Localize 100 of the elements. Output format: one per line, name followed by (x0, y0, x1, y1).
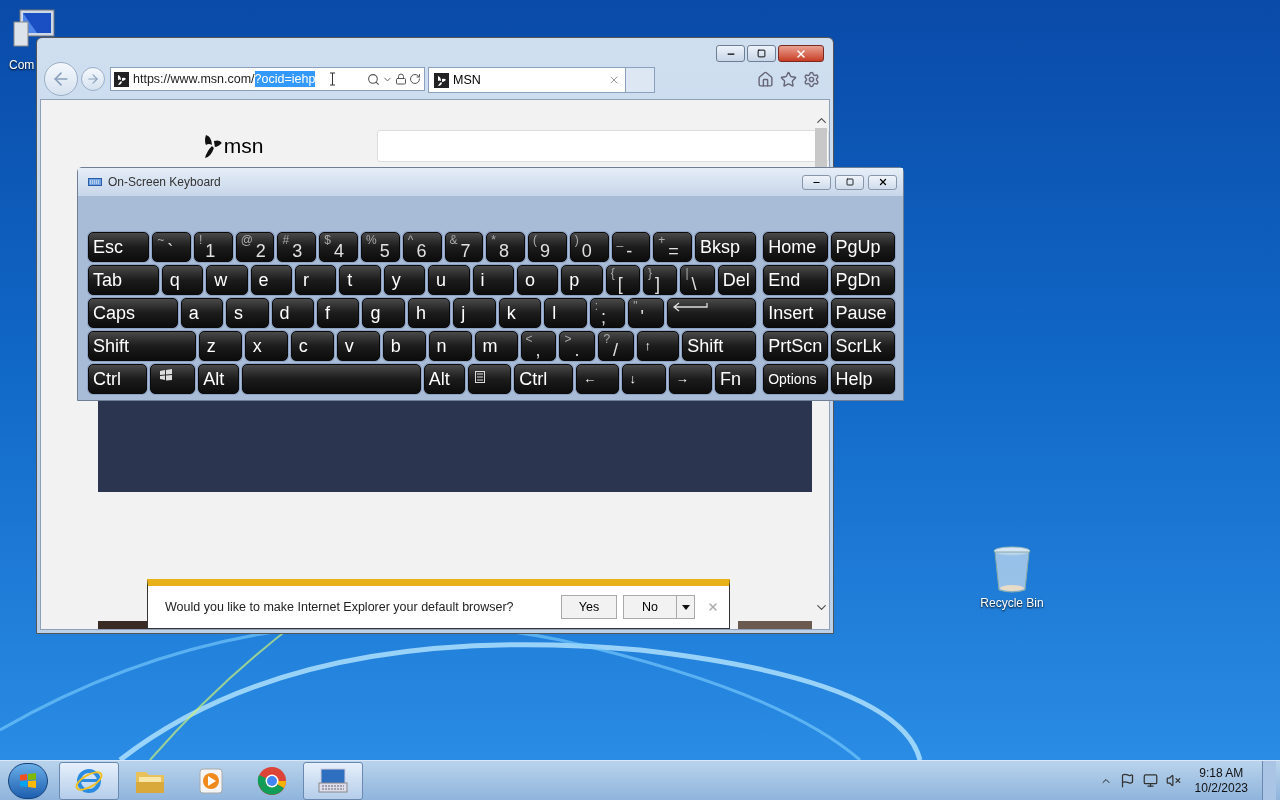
forward-button[interactable] (81, 67, 105, 91)
key[interactable]: Fn (714, 364, 757, 394)
key[interactable]: h (407, 298, 451, 328)
key[interactable]: Esc (88, 232, 150, 262)
key[interactable]: { [ (605, 265, 641, 295)
key[interactable]: v (336, 331, 380, 361)
key[interactable]: l (544, 298, 587, 328)
close-button[interactable] (868, 174, 897, 190)
key[interactable]: ? / (598, 331, 635, 361)
desktop-icon-label[interactable]: Recycle Bin (980, 594, 1044, 612)
key[interactable]: y (383, 265, 426, 295)
key[interactable]: ^ 6 (402, 232, 442, 262)
key[interactable]: n (428, 331, 472, 361)
key[interactable]: Alt (198, 364, 240, 394)
key[interactable]: PrtScn (763, 331, 828, 361)
key[interactable]: i (472, 265, 514, 295)
key[interactable]: a (180, 298, 224, 328)
key[interactable]: Bksp (695, 232, 757, 262)
key[interactable]: PgDn (830, 265, 895, 295)
key[interactable]: Alt (423, 364, 465, 394)
key[interactable]: c (290, 331, 334, 361)
key[interactable]: End (763, 265, 828, 295)
key[interactable]: Help (830, 364, 895, 394)
search-field[interactable] (376, 130, 829, 162)
key[interactable]: r (294, 265, 337, 295)
taskbar-app-button[interactable] (303, 761, 363, 800)
taskbar-app-button[interactable] (59, 761, 119, 800)
enter-key[interactable] (666, 298, 757, 328)
key[interactable]: ( 9 (528, 232, 567, 262)
key[interactable]: ↓ (622, 364, 666, 394)
key[interactable]: ) 0 (569, 232, 609, 262)
key[interactable]: & 7 (444, 232, 484, 262)
close-button[interactable] (778, 45, 824, 62)
clock-time[interactable]: 9:18 AM (1199, 765, 1244, 781)
key[interactable]: > . (559, 331, 596, 361)
key[interactable]: % 5 (360, 232, 400, 262)
key[interactable]: p (561, 265, 603, 295)
restore-button[interactable] (747, 45, 776, 62)
space-key[interactable] (242, 364, 421, 394)
key[interactable]: t (339, 265, 381, 295)
yes-button[interactable]: Yes (561, 595, 617, 619)
key[interactable]: ← (576, 364, 620, 394)
key[interactable]: j (453, 298, 496, 328)
key[interactable]: < , (520, 331, 557, 361)
key[interactable]: # 3 (277, 232, 317, 262)
key[interactable]: + = (653, 232, 693, 262)
key[interactable]: @ 2 (235, 232, 275, 262)
key[interactable]: ScrLk (830, 331, 895, 361)
start-button[interactable] (8, 762, 48, 799)
key[interactable]: ↑ (637, 331, 680, 361)
key[interactable]: k (498, 298, 542, 328)
key[interactable]: _ - (611, 232, 651, 262)
key[interactable]: u (428, 265, 470, 295)
key[interactable]: e (250, 265, 292, 295)
minimize-button[interactable] (716, 45, 745, 62)
key[interactable]: x (244, 331, 288, 361)
show-desktop-button[interactable] (1262, 760, 1276, 800)
key[interactable]: : ; (589, 298, 626, 328)
key[interactable]: s (226, 298, 269, 328)
minimize-button[interactable] (802, 174, 831, 190)
key[interactable]: " ' (628, 298, 664, 328)
key[interactable]: | \ (680, 265, 715, 295)
key[interactable]: o (516, 265, 559, 295)
key[interactable]: Options (763, 364, 828, 394)
key[interactable]: Pause (830, 298, 895, 328)
back-button[interactable] (44, 62, 78, 96)
key[interactable]: Del (717, 265, 757, 295)
key[interactable]: b (382, 331, 426, 361)
key[interactable]: z (198, 331, 242, 361)
key[interactable]: PgUp (830, 232, 895, 262)
key[interactable]: ~ ` (152, 232, 191, 262)
no-button[interactable]: No (623, 595, 677, 619)
key[interactable]: m (474, 331, 518, 361)
new-tab-button[interactable] (626, 67, 655, 93)
key[interactable]: Home (763, 232, 828, 262)
desktop-icon-label[interactable]: Com (9, 58, 35, 72)
key[interactable]: f (317, 298, 360, 328)
windows-key[interactable] (149, 364, 196, 394)
menu-key[interactable] (468, 364, 512, 394)
key[interactable]: g (362, 298, 405, 328)
key[interactable]: $ 4 (319, 232, 358, 262)
no-dropdown-button[interactable] (677, 595, 695, 619)
key[interactable]: Tab (88, 265, 159, 295)
key[interactable]: Insert (763, 298, 828, 328)
browser-tab[interactable]: MSN (428, 67, 626, 93)
key[interactable]: Caps (88, 298, 178, 328)
key[interactable]: ! 1 (193, 232, 233, 262)
key[interactable]: Ctrl (514, 364, 574, 394)
key[interactable]: → (668, 364, 712, 394)
star-icon (780, 70, 797, 88)
key[interactable]: Shift (682, 331, 757, 361)
key[interactable]: * 8 (486, 232, 526, 262)
key[interactable]: Shift (88, 331, 196, 361)
key[interactable]: Ctrl (88, 364, 147, 394)
butterfly-favicon-icon (434, 72, 449, 88)
key[interactable]: d (271, 298, 314, 328)
key[interactable]: } ] (643, 265, 678, 295)
clock-date[interactable]: 10/2/2023 (1194, 780, 1248, 796)
key[interactable]: w (206, 265, 248, 295)
key[interactable]: q (161, 265, 204, 295)
